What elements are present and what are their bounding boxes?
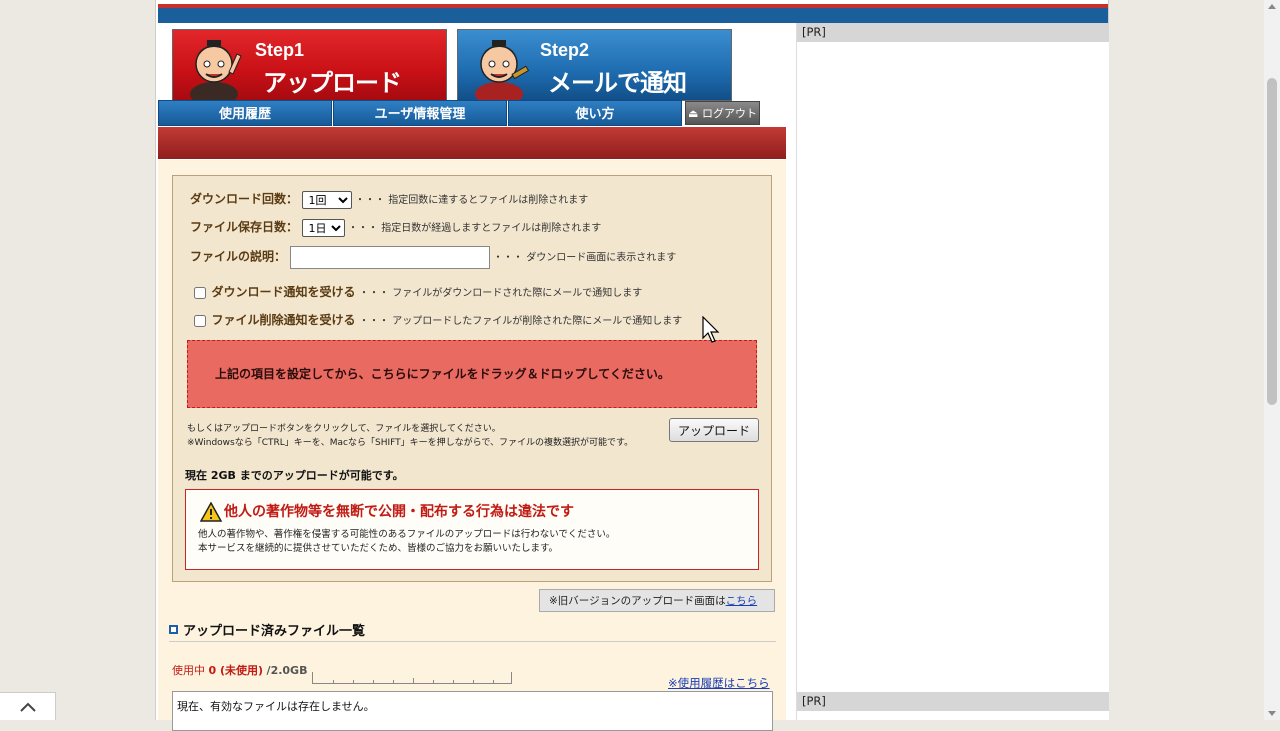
retention-days-row: ファイル保存日数： 1日 ・・・ 指定日数が経過しますとファイルは削除されます [190, 218, 601, 237]
warning-body: 他人の著作物や、著作権を侵害する可能性のあるファイルのアップロードは行わないでく… [198, 528, 615, 556]
step2-title: メールで通知 [548, 69, 687, 97]
mouse-cursor-icon [702, 316, 720, 343]
usage-summary: 使用中 0 (未使用) /2.0GB [172, 662, 307, 678]
help-line-1: もしくはアップロードボタンをクリックして、ファイルを選択してください。 [187, 424, 501, 434]
logout-label: ログアウト [701, 107, 757, 120]
download-notify-note: ・・・ ファイルがダウンロードされた際にメールで通知します [359, 288, 643, 299]
copyright-warning: 他人の著作物等を無断で公開・配布する行為は違法です 他人の著作物や、著作権を侵害… [185, 489, 759, 570]
step2-banner[interactable]: Step2 メールで通知 [457, 29, 732, 101]
download-notify-label[interactable]: ダウンロード通知を受ける [212, 285, 356, 299]
file-dropzone[interactable]: 上記の項目を設定してから、こちらにファイルをドラッグ＆ドロップしてください。 [187, 340, 757, 408]
download-count-row: ダウンロード回数： 1回 ・・・ 指定回数に達するとファイルは削除されます [190, 190, 588, 209]
help-line-2: ※Windowsなら「CTRL」キーを、Macなら「SHIFT」キーを押しながら… [187, 438, 634, 448]
collapse-button[interactable] [0, 692, 56, 720]
description-input[interactable] [289, 246, 490, 269]
description-label: ファイルの説明： [190, 249, 287, 264]
retention-days-select[interactable]: 1日 [301, 219, 345, 237]
delete-notify-label[interactable]: ファイル削除通知を受ける [212, 313, 356, 327]
nav-item-user-info[interactable]: ユーザ情報管理 [333, 100, 507, 126]
main-nav: 使用履歴 ユーザ情報管理 使い方 ⏏ ログアウト [158, 100, 784, 126]
red-banner [158, 127, 786, 159]
usage-value: 0 (未使用) [208, 664, 264, 677]
download-notify-checkbox[interactable] [194, 287, 206, 299]
step1-banner[interactable]: Step1 アップロード [172, 29, 447, 101]
download-count-label: ダウンロード回数： [190, 192, 299, 206]
download-count-select[interactable]: 1回 [301, 191, 352, 209]
usage-history-link[interactable]: ※使用履歴はこちら [668, 675, 770, 691]
page-scrollbar[interactable] [1264, 0, 1280, 720]
description-note: ・・・ ダウンロード画面に表示されます [493, 252, 677, 264]
download-count-note: ・・・ 指定回数に達するとファイルは削除されます [355, 195, 589, 206]
step1-title: アップロード [263, 69, 402, 97]
description-row: ファイルの説明： ・・・ ダウンロード画面に表示されます [190, 246, 676, 269]
logout-icon: ⏏ [688, 107, 699, 120]
square-bullet-icon [169, 625, 178, 634]
usage-label: 使用中 [172, 664, 205, 677]
capacity-text: 現在 2GB までのアップロードが可能です。 [185, 469, 404, 482]
warning-line-1: 他人の著作物や、著作権を侵害する可能性のあるファイルのアップロードは行わないでく… [198, 529, 616, 540]
delete-notify-note: ・・・ アップロードしたファイルが削除された際にメールで通知します [359, 316, 683, 327]
mascot-icon [475, 40, 530, 100]
warning-line-2: 本サービスを継続的に提供させていただくため、皆様のご協力をお願いいたします。 [198, 543, 559, 554]
upload-button[interactable]: アップロード [669, 418, 759, 442]
warning-icon [200, 502, 222, 522]
nav-item-how-to[interactable]: 使い方 [508, 100, 682, 126]
upload-settings-form: ダウンロード回数： 1回 ・・・ 指定回数に達するとファイルは削除されます ファ… [172, 175, 772, 582]
chevron-up-icon [20, 702, 36, 712]
main-page: Step1 アップロード Step2 メールで通知 使用履歴 ユーザ情報管理 使… [155, 0, 1109, 731]
scroll-thumb[interactable] [1267, 78, 1277, 405]
uploaded-files-title: アップロード済みファイル一覧 [183, 624, 366, 639]
step2-number: Step2 [540, 40, 590, 60]
usage-meter [312, 672, 512, 684]
upload-help-text: もしくはアップロードボタンをクリックして、ファイルを選択してください。 ※Win… [187, 422, 657, 450]
scroll-up-icon[interactable] [1268, 4, 1276, 9]
pr-sidebar: [PR] [PR] [796, 23, 1109, 720]
step1-number: Step1 [255, 40, 305, 60]
delete-notify-row: ファイル削除通知を受ける ・・・ アップロードしたファイルが削除された際にメール… [194, 311, 682, 328]
delete-notify-checkbox[interactable] [194, 315, 206, 327]
retention-days-note: ・・・ 指定日数が経過しますとファイルは削除されます [348, 223, 602, 234]
uploaded-files-heading: アップロード済みファイル一覧 [169, 620, 776, 642]
nav-item-history[interactable]: 使用履歴 [158, 100, 332, 126]
old-version-text: ※旧バージョンのアップロード画面は [549, 595, 726, 607]
uploaded-files-list: 現在、有効なファイルは存在しません。 [172, 691, 773, 731]
header-bar [158, 4, 1108, 23]
old-version-link[interactable]: こちら [726, 595, 758, 607]
old-version-link-box: ※旧バージョンのアップロード画面はこちら [539, 589, 775, 612]
no-files-message: 現在、有効なファイルは存在しません。 [177, 700, 375, 713]
logout-button[interactable]: ⏏ ログアウト [685, 101, 760, 125]
retention-days-label: ファイル保存日数： [190, 220, 299, 234]
mascot-icon [190, 40, 242, 100]
pr-label-top: [PR] [797, 23, 1109, 42]
pr-label-bottom: [PR] [797, 692, 1109, 711]
warning-title: 他人の著作物等を無断で公開・配布する行為は違法です [224, 504, 574, 520]
download-notify-row: ダウンロード通知を受ける ・・・ ファイルがダウンロードされた際にメールで通知し… [194, 283, 642, 300]
usage-total: /2.0GB [266, 664, 308, 677]
scroll-down-icon[interactable] [1268, 711, 1276, 716]
